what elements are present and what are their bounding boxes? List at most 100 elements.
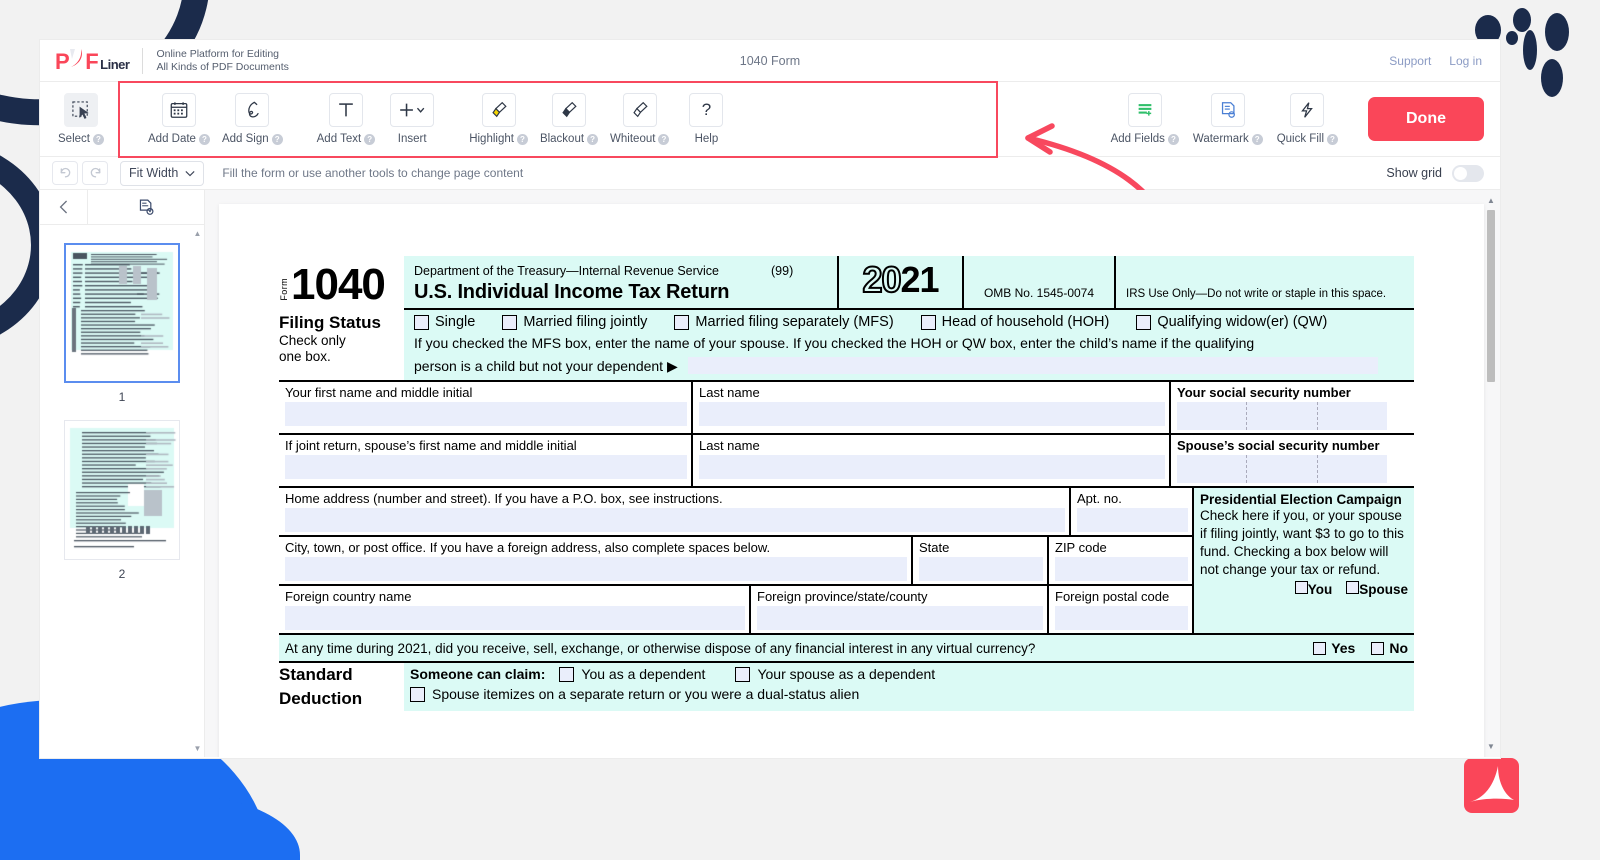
help-badge-icon[interactable]: ? — [1327, 133, 1338, 145]
pec-title: Presidential Election Campaign — [1200, 492, 1402, 507]
done-button[interactable]: Done — [1368, 97, 1484, 141]
page-thumbnail-1[interactable] — [64, 243, 180, 383]
checkbox-spouse-itemizes[interactable] — [410, 686, 425, 702]
city-label: City, town, or post office. If you have … — [285, 540, 771, 555]
help-badge-icon[interactable]: ? — [92, 133, 104, 145]
virtual-currency-yes-option[interactable]: Yes — [1313, 640, 1355, 656]
state-input[interactable] — [919, 557, 1043, 581]
viewer-scrollbar[interactable]: ▲ ▼ — [1486, 196, 1496, 751]
scrollbar-thumb[interactable] — [1487, 210, 1495, 382]
filing-status-option-qw[interactable]: Qualifying widow(er) (QW) — [1136, 314, 1327, 330]
foreign-province-input[interactable] — [757, 606, 1043, 630]
spouse-ssn-input[interactable] — [1177, 455, 1387, 483]
your-last-name-input[interactable] — [699, 402, 1165, 426]
state-label: State — [919, 540, 950, 555]
tool-add-sign[interactable]: Add Sign? — [216, 93, 289, 145]
spouse-first-name-label: If joint return, spouse’s first name and… — [285, 438, 577, 453]
checkbox-pec-spouse[interactable] — [1346, 581, 1360, 594]
checkbox-pec-you[interactable] — [1294, 581, 1308, 594]
help-badge-icon[interactable]: ? — [1251, 133, 1263, 145]
filing-status-option-single[interactable]: Single — [414, 314, 475, 330]
redo-button[interactable] — [82, 161, 108, 185]
form-title-label: U.S. Individual Income Tax Return — [414, 281, 730, 303]
help-badge-icon[interactable]: ? — [271, 133, 283, 145]
standard-deduction-row: Standard Deduction Someone can claim: Yo… — [279, 663, 1414, 711]
help-badge-icon[interactable]: ? — [1167, 133, 1179, 145]
home-address-input[interactable] — [285, 508, 1065, 532]
city-input[interactable] — [285, 557, 907, 581]
spouse-last-name-input[interactable] — [699, 455, 1165, 479]
document-viewer[interactable]: Form 1040 Department of the Treasury—Int… — [205, 190, 1500, 757]
form-fields-green-icon — [1127, 93, 1162, 127]
calendar-icon — [161, 93, 196, 127]
help-badge-icon[interactable]: ? — [516, 133, 528, 145]
pdf-acrobat-icon — [1464, 758, 1519, 813]
checkbox-spouse-as-dependent[interactable] — [735, 666, 751, 682]
help-badge-icon[interactable]: ? — [198, 133, 210, 145]
form-1040: Form 1040 Department of the Treasury—Int… — [279, 256, 1414, 711]
zoom-mode-select[interactable]: Fit Width — [120, 160, 205, 186]
help-badge-icon[interactable]: ? — [587, 133, 599, 145]
spouse-itemizes-option[interactable]: Spouse itemizes on a separate return or … — [410, 686, 859, 702]
checkbox-virtual-currency-yes[interactable] — [1313, 641, 1327, 655]
foreign-postal-input[interactable] — [1055, 606, 1188, 630]
tool-blackout[interactable]: Blackout? — [534, 93, 604, 145]
pdf-page-1[interactable]: Form 1040 Department of the Treasury—Int… — [219, 204, 1484, 757]
tool-insert[interactable]: Insert — [381, 93, 443, 145]
virtual-currency-row: At any time during 2021, did you receive… — [279, 635, 1414, 663]
filing-status-option-hoh[interactable]: Head of household (HOH) — [920, 314, 1110, 330]
pec-you-label: You — [1307, 582, 1333, 597]
tool-help[interactable]: ? Help — [675, 93, 737, 145]
apt-no-input[interactable] — [1077, 508, 1188, 532]
checkbox-married-filing-jointly[interactable] — [502, 314, 518, 330]
checkbox-you-as-dependent[interactable] — [559, 666, 575, 682]
pec-spouse-option[interactable]: Spouse — [1346, 581, 1408, 597]
page-thumbnail-item[interactable]: 2 — [64, 420, 180, 593]
zip-input[interactable] — [1055, 557, 1188, 581]
checkbox-virtual-currency-no[interactable] — [1371, 641, 1385, 655]
lightning-bolt-icon — [1290, 93, 1325, 127]
tool-select[interactable]: Select? — [50, 93, 112, 145]
page-tools-button[interactable] — [88, 190, 204, 224]
you-as-dependent-option[interactable]: You as a dependent — [559, 666, 705, 682]
sidebar-scrollbar[interactable]: ▲ ▼ — [193, 229, 202, 753]
pec-you-option[interactable]: You — [1294, 581, 1333, 597]
tool-add-fields[interactable]: Add Fields? — [1105, 93, 1185, 145]
filing-status-label-3: Head of household (HOH) — [941, 314, 1110, 330]
tool-add-text[interactable]: Add Text? — [311, 93, 382, 145]
tool-watermark[interactable]: Watermark? — [1187, 93, 1269, 145]
page-thumbnail-2[interactable] — [64, 420, 180, 560]
document-stamp-icon — [1210, 93, 1245, 127]
page-thumbnail-item[interactable]: 1 — [64, 243, 180, 416]
help-badge-icon[interactable]: ? — [658, 133, 670, 145]
zoom-mode-value: Fit Width — [129, 166, 179, 180]
tool-add-date[interactable]: Add Date? — [142, 93, 216, 145]
tool-quick-fill[interactable]: Quick Fill? — [1271, 93, 1344, 145]
checkbox-qualifying-widow[interactable] — [1136, 314, 1152, 330]
filing-status-option-mfj[interactable]: Married filing jointly — [502, 314, 647, 330]
filing-status-heading: Filing Status — [279, 313, 381, 332]
show-grid-toggle[interactable] — [1452, 164, 1484, 182]
foreign-country-input[interactable] — [285, 606, 745, 630]
sidebar-collapse-button[interactable] — [40, 190, 88, 224]
spouse-first-name-input[interactable] — [285, 455, 687, 479]
spouse-as-dependent-label: Your spouse as a dependent — [757, 666, 936, 682]
checkbox-single[interactable] — [414, 314, 429, 330]
undo-button[interactable] — [52, 161, 78, 185]
checkbox-head-of-household[interactable] — [920, 314, 936, 330]
your-first-name-input[interactable] — [285, 402, 687, 426]
pdfliner-app-window: P F Liner Online Platform for Editing Al… — [40, 40, 1500, 758]
spouse-as-dependent-option[interactable]: Your spouse as a dependent — [735, 666, 935, 682]
virtual-currency-no-option[interactable]: No — [1371, 640, 1408, 656]
filing-status-option-mfs[interactable]: Married filing separately (MFS) — [674, 314, 894, 330]
checkbox-married-filing-separately[interactable] — [674, 314, 690, 330]
scroll-up-icon[interactable]: ▲ — [193, 229, 202, 238]
scroll-down-icon[interactable]: ▼ — [193, 744, 202, 753]
scroll-up-icon[interactable]: ▲ — [1486, 196, 1496, 205]
spouse-or-child-name-input[interactable] — [687, 357, 1378, 374]
help-badge-icon[interactable]: ? — [364, 133, 376, 145]
your-ssn-input[interactable] — [1177, 402, 1387, 430]
tool-highlight[interactable]: Highlight? — [463, 93, 534, 145]
tool-whiteout[interactable]: Whiteout? — [604, 93, 675, 145]
scroll-down-icon[interactable]: ▼ — [1486, 742, 1496, 751]
